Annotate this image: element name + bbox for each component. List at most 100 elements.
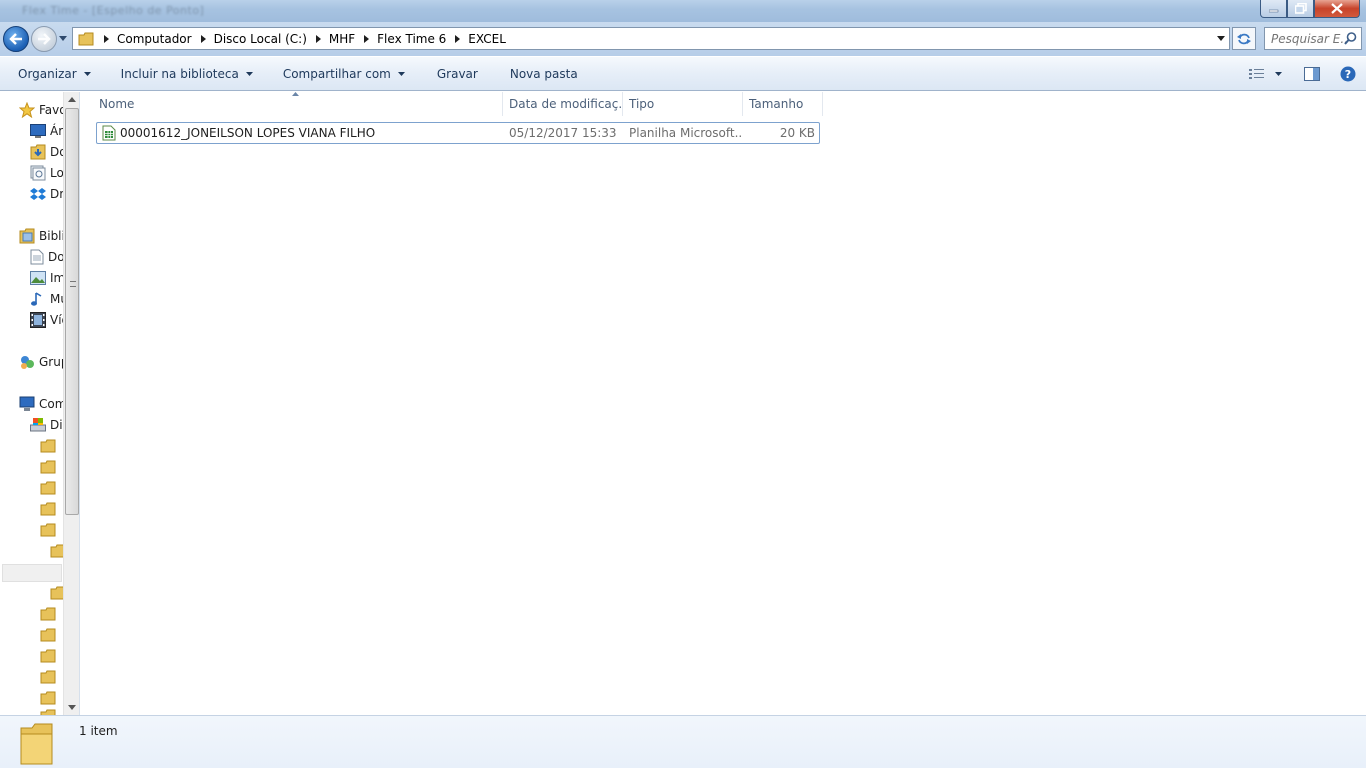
details-pane: 1 item xyxy=(0,715,1366,768)
chevron-right-icon[interactable] xyxy=(104,34,109,43)
arrow-right-icon xyxy=(38,33,51,45)
tree-subfolder[interactable] xyxy=(40,625,56,645)
change-view-button[interactable] xyxy=(1249,68,1282,80)
chevron-down-icon xyxy=(245,71,253,76)
recent-pages-dropdown-icon[interactable] xyxy=(59,36,67,41)
include-library-label: Incluir na biblioteca xyxy=(120,66,239,81)
breadcrumb-local-disk[interactable]: Disco Local (C:) xyxy=(214,32,307,46)
breadcrumb-excel[interactable]: EXCEL xyxy=(468,32,506,46)
refresh-button[interactable] xyxy=(1232,27,1256,50)
grip-icon xyxy=(70,281,76,287)
back-button[interactable] xyxy=(3,26,29,52)
desktop-icon xyxy=(30,124,46,138)
minimize-icon xyxy=(1268,9,1278,12)
navigation-scrollbar[interactable] xyxy=(63,92,79,715)
forward-button[interactable] xyxy=(31,26,57,52)
tree-subfolder[interactable] xyxy=(40,457,56,477)
tree-subfolder[interactable] xyxy=(40,667,56,687)
dropbox-icon xyxy=(30,188,46,200)
command-bar: Organizar Incluir na biblioteca Comparti… xyxy=(0,57,1366,91)
folder-icon xyxy=(40,481,56,495)
folder-icon xyxy=(40,460,56,474)
sort-ascending-icon xyxy=(292,92,299,96)
folder-icon xyxy=(40,607,56,621)
pictures-icon xyxy=(30,271,46,285)
tree-selected-item[interactable] xyxy=(2,564,62,582)
chevron-down-icon xyxy=(1275,72,1282,76)
burn-label: Gravar xyxy=(436,66,478,81)
folder-icon xyxy=(40,649,56,663)
file-row[interactable]: 00001612_JONEILSON LOPES VIANA FILHO 05/… xyxy=(96,122,820,144)
address-history-dropdown-icon[interactable] xyxy=(1217,36,1225,41)
details-view-icon xyxy=(1249,69,1264,79)
svg-text:?: ? xyxy=(1345,68,1351,81)
scroll-down-icon[interactable] xyxy=(68,705,76,710)
chevron-right-icon[interactable] xyxy=(315,34,321,43)
column-label: Data de modificaç... xyxy=(509,97,623,111)
window-title: Flex Time - [Espelho de Ponto] xyxy=(22,4,205,17)
item-count: 1 item xyxy=(79,724,118,738)
file-size: 20 KB xyxy=(779,126,815,140)
preview-pane-icon xyxy=(1304,67,1320,81)
folder-icon xyxy=(20,723,53,765)
refresh-icon xyxy=(1237,33,1251,44)
search-box[interactable] xyxy=(1264,27,1362,50)
new-folder-label: Nova pasta xyxy=(509,66,578,81)
folder-icon xyxy=(40,628,56,642)
scrollbar-thumb[interactable] xyxy=(65,108,79,515)
window-controls xyxy=(1260,0,1360,18)
recent-places-icon xyxy=(30,165,46,181)
breadcrumb-mhf[interactable]: MHF xyxy=(329,32,355,46)
star-icon xyxy=(19,102,35,118)
chevron-right-icon[interactable] xyxy=(200,34,206,43)
preview-pane-button[interactable] xyxy=(1304,67,1320,81)
breadcrumb-computer[interactable]: Computador xyxy=(117,32,192,46)
libraries-icon xyxy=(19,228,35,244)
tree-subfolder[interactable] xyxy=(40,499,56,519)
include-library-menu[interactable]: Incluir na biblioteca xyxy=(101,57,263,91)
excel-spreadsheet-icon xyxy=(102,125,116,141)
music-icon xyxy=(31,292,42,306)
organize-menu[interactable]: Organizar xyxy=(0,57,101,91)
title-bar[interactable]: Flex Time - [Espelho de Ponto] xyxy=(0,0,1366,22)
column-header-size[interactable]: Tamanho xyxy=(743,92,823,116)
column-header-type[interactable]: Tipo xyxy=(623,92,743,116)
tree-subfolder[interactable] xyxy=(40,436,56,456)
file-list: Nome Data de modificaç... Tipo Tamanho 0… xyxy=(81,92,1366,715)
homegroup-icon xyxy=(21,356,34,369)
minimize-button[interactable] xyxy=(1260,0,1287,18)
chevron-down-icon xyxy=(397,71,405,76)
folder-icon xyxy=(40,670,56,684)
folder-icon xyxy=(40,523,56,537)
restore-icon xyxy=(1294,3,1307,14)
chevron-right-icon[interactable] xyxy=(455,34,461,43)
scroll-up-icon[interactable] xyxy=(68,97,76,102)
address-bar[interactable]: Computador Disco Local (C:) MHF Flex Tim… xyxy=(72,27,1230,50)
arrow-left-icon xyxy=(9,33,22,45)
close-icon xyxy=(1331,3,1343,14)
navigation-row: Computador Disco Local (C:) MHF Flex Tim… xyxy=(0,22,1366,56)
search-icon[interactable] xyxy=(1344,32,1357,45)
tree-subfolder[interactable] xyxy=(40,520,56,540)
tree-subfolder[interactable] xyxy=(40,478,56,498)
chevron-right-icon[interactable] xyxy=(364,34,370,43)
file-name: 00001612_JONEILSON LOPES VIANA FILHO xyxy=(120,126,376,140)
organize-label: Organizar xyxy=(18,66,77,81)
file-name-cell: 00001612_JONEILSON LOPES VIANA FILHO xyxy=(102,123,502,143)
search-input[interactable] xyxy=(1271,31,1347,46)
burn-button[interactable]: Gravar xyxy=(415,57,488,91)
new-folder-button[interactable]: Nova pasta xyxy=(488,57,588,91)
column-header-date[interactable]: Data de modificaç... xyxy=(503,92,623,116)
folder-icon xyxy=(40,502,56,516)
tree-subfolder[interactable] xyxy=(40,646,56,666)
breadcrumb-flex-time[interactable]: Flex Time 6 xyxy=(377,32,446,46)
tree-subfolder[interactable] xyxy=(40,706,56,715)
folder-icon xyxy=(40,691,56,705)
chevron-down-icon xyxy=(83,71,91,76)
help-button[interactable]: ? xyxy=(1340,66,1356,82)
tree-subfolder[interactable] xyxy=(40,688,56,708)
close-button[interactable] xyxy=(1314,0,1360,18)
share-with-menu[interactable]: Compartilhar com xyxy=(263,57,415,91)
restore-button[interactable] xyxy=(1287,0,1314,18)
tree-subfolder[interactable] xyxy=(40,604,56,624)
